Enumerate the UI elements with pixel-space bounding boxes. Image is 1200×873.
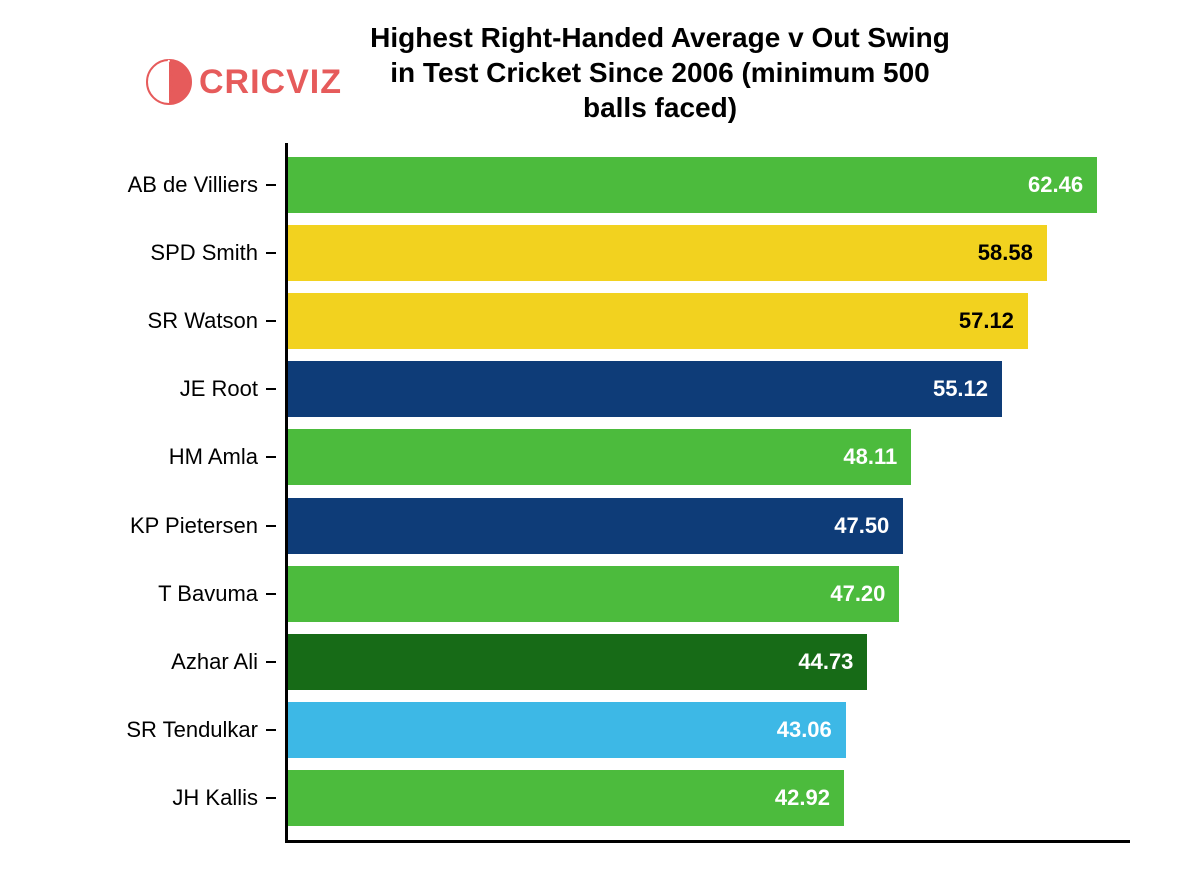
logo-text: CRICVIZ [199, 63, 342, 102]
axis-tick [266, 593, 276, 595]
category-name: SR Watson [148, 308, 258, 334]
bar: 48.11 [288, 429, 911, 485]
bar-row: KP Pietersen47.50 [288, 498, 1130, 554]
plot-area: AB de Villiers62.46 SPD Smith58.58 SR Wats… [285, 143, 1130, 843]
bar: 57.12 [288, 293, 1028, 349]
value-label: 47.50 [834, 513, 889, 539]
value-label: 55.12 [933, 376, 988, 402]
category-name: Azhar Ali [171, 649, 258, 675]
axis-tick [266, 797, 276, 799]
value-label: 43.06 [777, 717, 832, 743]
y-axis-label: KP Pietersen [130, 513, 276, 539]
category-name: T Bavuma [158, 581, 258, 607]
chart-container: CRICVIZ Highest Right-Handed Average v O… [0, 0, 1200, 873]
bar-row: SR Tendulkar43.06 [288, 702, 1130, 758]
category-name: SR Tendulkar [126, 717, 258, 743]
y-axis-label: T Bavuma [158, 581, 276, 607]
bar: 44.73 [288, 634, 867, 690]
y-axis-label: JE Root [180, 376, 276, 402]
category-name: JE Root [180, 376, 258, 402]
value-label: 57.12 [959, 308, 1014, 334]
bar: 55.12 [288, 361, 1002, 417]
y-axis-label: Azhar Ali [171, 649, 276, 675]
value-label: 44.73 [798, 649, 853, 675]
value-label: 48.11 [843, 444, 897, 470]
value-label: 62.46 [1028, 172, 1083, 198]
value-label: 58.58 [978, 240, 1033, 266]
category-name: AB de Villiers [128, 172, 258, 198]
bar-row: JH Kallis42.92 [288, 770, 1130, 826]
bar-row: SR Watson57.12 [288, 293, 1130, 349]
bar: 58.58 [288, 225, 1047, 281]
bar-row: T Bavuma47.20 [288, 566, 1130, 622]
bar: 62.46 [288, 157, 1097, 213]
axis-tick [266, 661, 276, 663]
cricviz-logo: CRICVIZ [145, 58, 342, 106]
y-axis-label: SR Tendulkar [126, 717, 276, 743]
axis-tick [266, 252, 276, 254]
y-axis-label: SPD Smith [150, 240, 276, 266]
axis-tick [266, 184, 276, 186]
bar-row: JE Root55.12 [288, 361, 1130, 417]
bar: 43.06 [288, 702, 846, 758]
axis-tick [266, 388, 276, 390]
value-label: 42.92 [775, 785, 830, 811]
bar-row: Azhar Ali44.73 [288, 634, 1130, 690]
chart-title: Highest Right-Handed Average v Out Swing… [250, 20, 950, 125]
bar-row: AB de Villiers62.46 [288, 157, 1130, 213]
cricket-ball-icon [145, 58, 193, 106]
category-name: JH Kallis [172, 785, 258, 811]
axis-tick [266, 320, 276, 322]
axis-tick [266, 456, 276, 458]
y-axis-label: SR Watson [148, 308, 276, 334]
category-name: KP Pietersen [130, 513, 258, 539]
bar: 47.20 [288, 566, 899, 622]
value-label: 47.20 [830, 581, 885, 607]
y-axis-label: HM Amla [169, 444, 276, 470]
category-name: SPD Smith [150, 240, 258, 266]
axis-tick [266, 525, 276, 527]
bar: 42.92 [288, 770, 844, 826]
axis-tick [266, 729, 276, 731]
bar-row: SPD Smith58.58 [288, 225, 1130, 281]
bar: 47.50 [288, 498, 903, 554]
bar-row: HM Amla48.11 [288, 429, 1130, 485]
category-name: HM Amla [169, 444, 258, 470]
y-axis-label: JH Kallis [172, 785, 276, 811]
y-axis-label: AB de Villiers [128, 172, 276, 198]
